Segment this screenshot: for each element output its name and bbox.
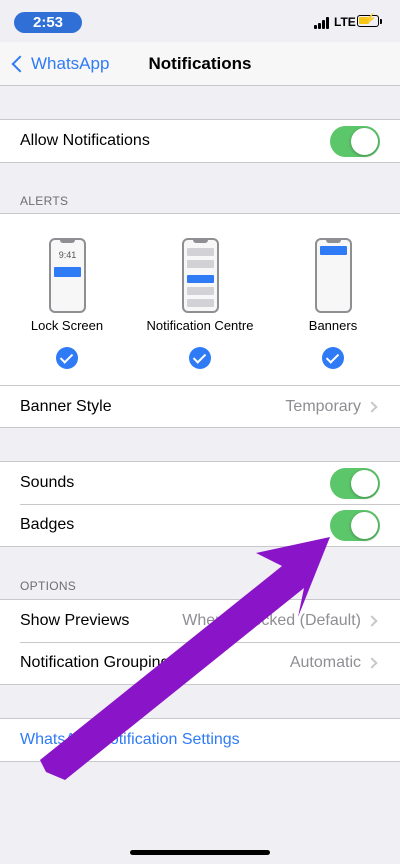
allow-notifications-toggle[interactable] [330, 125, 380, 157]
network-type: LTE [334, 15, 356, 29]
options-group: Show Previews When Unlocked (Default) No… [0, 599, 400, 685]
allow-notifications-group: Allow Notifications [0, 119, 400, 163]
options-section-header: OPTIONS [20, 579, 77, 593]
alert-option-label: Lock Screen [30, 318, 104, 333]
banners-phone-icon [315, 238, 352, 313]
banner-style-label: Banner Style [20, 397, 112, 415]
lock-screen-time: 9:41 [58, 250, 77, 260]
checkmark-icon [322, 347, 344, 369]
show-previews-value: When Unlocked (Default) [182, 612, 361, 629]
status-bar: 2:53 LTE ⚡ [0, 0, 400, 42]
allow-notifications-row: Allow Notifications [0, 120, 400, 162]
notification-grouping-value: Automatic [289, 654, 361, 671]
show-previews-row[interactable]: Show Previews When Unlocked (Default) [0, 600, 400, 642]
chevron-right-icon [366, 657, 378, 669]
chevron-right-icon [366, 615, 378, 627]
sounds-toggle[interactable] [330, 467, 380, 499]
whatsapp-notification-settings-link[interactable]: WhatsApp Notification Settings [0, 719, 400, 761]
cellular-signal-icon [314, 17, 332, 29]
page-title: Notifications [148, 54, 252, 73]
checkmark-icon [56, 347, 78, 369]
notification-grouping-row[interactable]: Notification Grouping Automatic [0, 642, 400, 684]
notification-centre-phone-icon [182, 238, 219, 313]
navigation-bar: WhatsApp Notifications [0, 42, 400, 86]
lock-screen-phone-icon: 9:41 [49, 238, 86, 313]
alert-option-label: Notification Centre [146, 318, 254, 333]
badges-toggle[interactable] [330, 509, 380, 541]
allow-notifications-label: Allow Notifications [20, 132, 150, 149]
sounds-badges-group: Sounds Badges [0, 461, 400, 547]
sounds-label: Sounds [20, 474, 75, 491]
alerts-group: 9:41 Lock Screen Notification Centre Ban… [0, 213, 400, 428]
alert-option-notification-centre[interactable]: Notification Centre [135, 214, 265, 385]
checkmark-icon [189, 347, 211, 369]
alert-option-banners[interactable]: Banners [268, 214, 398, 385]
alert-option-lock-screen[interactable]: 9:41 Lock Screen [2, 214, 132, 385]
badges-label: Badges [20, 516, 75, 533]
banner-style-value: Temporary [285, 397, 361, 415]
alerts-section-header: ALERTS [20, 194, 69, 208]
home-indicator[interactable] [130, 850, 270, 855]
battery-charging-icon: ⚡ [357, 14, 379, 27]
chevron-right-icon [366, 400, 378, 413]
badges-row: Badges [0, 504, 400, 546]
alert-styles: 9:41 Lock Screen Notification Centre Ban… [0, 214, 400, 385]
sounds-row: Sounds [0, 462, 400, 504]
settings-link-label: WhatsApp Notification Settings [20, 731, 240, 748]
banner-style-row[interactable]: Banner Style Temporary [0, 385, 400, 427]
settings-link-group: WhatsApp Notification Settings [0, 718, 400, 762]
notification-grouping-label: Notification Grouping [20, 654, 170, 671]
show-previews-label: Show Previews [20, 612, 130, 629]
alert-option-label: Banners [308, 318, 358, 333]
status-time: 2:53 [14, 12, 82, 33]
